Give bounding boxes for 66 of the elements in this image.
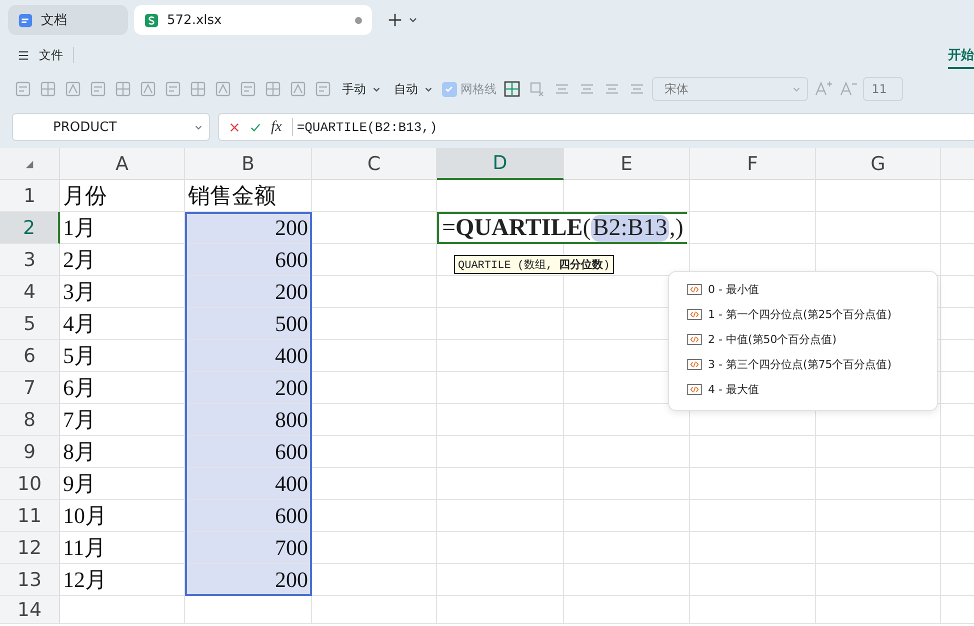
table-cell: 400	[185, 340, 312, 372]
column-header[interactable]: B	[185, 148, 312, 180]
row-header[interactable]: 1	[0, 180, 60, 212]
row-header[interactable]: 8	[0, 404, 60, 436]
table-cell: 6月	[60, 372, 185, 404]
column-header[interactable]: F	[690, 148, 816, 180]
row-header[interactable]: 2	[0, 212, 60, 244]
document-tab[interactable]: 文档	[8, 5, 128, 35]
row-height-dropdown[interactable]: 手动	[338, 80, 385, 98]
column-header[interactable]: D	[437, 148, 564, 180]
row-header[interactable]: 7	[0, 372, 60, 404]
column-width-dropdown[interactable]: 自动	[390, 80, 437, 98]
column-header[interactable]: A	[60, 148, 185, 180]
table-cell: 12月	[60, 564, 185, 596]
table-cell: 2月	[60, 244, 185, 276]
table-cell: 200	[185, 212, 312, 244]
row-header[interactable]: 9	[0, 436, 60, 468]
row-header[interactable]: 5	[0, 308, 60, 340]
row-header[interactable]: 10	[0, 468, 60, 500]
suggestion-item[interactable]: 3 - 第三个四分位点(第75个百分点值)	[708, 356, 892, 372]
column-header[interactable]: G	[816, 148, 941, 180]
suggestion-item[interactable]: 2 - 中值(第50个百分点值)	[708, 332, 837, 346]
table-cell: 月份	[60, 180, 185, 212]
row-header[interactable]: 3	[0, 244, 60, 276]
table-cell: 9月	[60, 468, 185, 500]
column-header[interactable]: E	[564, 148, 690, 180]
table-cell: 1月	[60, 212, 185, 244]
table-cell: 5月	[60, 340, 185, 372]
table-cell: 7月	[60, 404, 185, 436]
row-header[interactable]: 12	[0, 532, 60, 564]
formula-text: =QUARTILE(B2:B13,)	[296, 120, 438, 134]
row-header[interactable]: 13	[0, 564, 60, 596]
row-header[interactable]: 14	[0, 596, 60, 624]
table-cell: 8月	[60, 436, 185, 468]
font-size-field[interactable]: 11	[862, 77, 903, 101]
suggestion-item[interactable]: 1 - 第一个四分位点(第25个百分点值)	[708, 306, 892, 322]
table-cell: 200	[185, 564, 312, 596]
table-cell: 700	[185, 532, 312, 564]
table-cell: 600	[185, 244, 312, 276]
insert-function-button[interactable]: fx	[271, 118, 282, 136]
table-cell: 200	[185, 276, 312, 308]
home-tab[interactable]: 开始	[948, 42, 974, 68]
name-box[interactable]: PRODUCT	[12, 113, 210, 141]
table-cell: 销售金额	[185, 180, 312, 212]
column-header[interactable]: C	[312, 148, 437, 180]
file-menu[interactable]: 文件	[39, 46, 63, 64]
font-dropdown[interactable]: 宋体	[652, 77, 808, 101]
suggestion-item[interactable]: 0 - 最小值	[708, 282, 759, 296]
cell-editor[interactable]: =QUARTILE(B2:B13,)	[437, 212, 688, 244]
row-header[interactable]: 11	[0, 500, 60, 532]
row-header[interactable]: 6	[0, 340, 60, 372]
table-cell: 10月	[60, 500, 185, 532]
table-cell: 4月	[60, 308, 185, 340]
syntax-tooltip: QUARTILE (数组, 四分位数)	[454, 255, 614, 274]
suggestion-item[interactable]: 4 - 最大值	[708, 382, 759, 396]
row-header[interactable]: 4	[0, 276, 60, 308]
table-cell: 800	[185, 404, 312, 436]
formula-bar[interactable]: fx =QUARTILE(B2:B13,)	[218, 113, 974, 141]
table-cell: 3月	[60, 276, 185, 308]
table-cell: 600	[185, 436, 312, 468]
table-cell: 500	[185, 308, 312, 340]
document-tab[interactable]: 572.xlsx	[134, 5, 372, 35]
table-cell: 400	[185, 468, 312, 500]
table-cell: 200	[185, 372, 312, 404]
table-cell: 11月	[60, 532, 185, 564]
table-cell: 600	[185, 500, 312, 532]
